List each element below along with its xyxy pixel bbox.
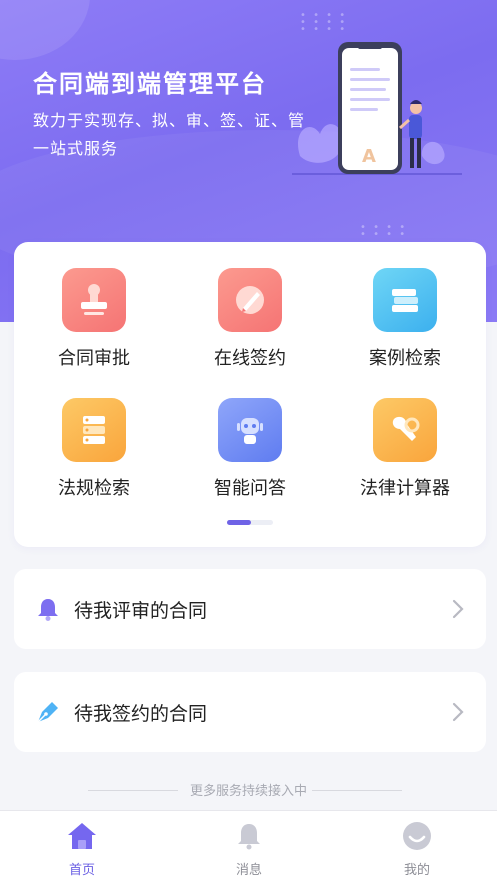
books-icon <box>373 268 437 332</box>
list-item-label: 待我签约的合同 <box>74 702 208 725</box>
home-icon <box>65 819 99 853</box>
pen-icon <box>34 698 62 726</box>
grid-item-label: 案例检索 <box>369 348 441 369</box>
wrench-search-icon <box>373 398 437 462</box>
decor-circle <box>0 0 90 60</box>
grid-item-case-search[interactable]: 案例检索 <box>345 268 465 378</box>
grid-item-label: 在线签约 <box>214 348 286 369</box>
list-item-pending-sign[interactable]: 待我签约的合同 <box>14 672 486 752</box>
bell-icon <box>34 595 62 623</box>
grid-item-legal-calculator[interactable]: 法律计算器 <box>345 398 465 508</box>
robot-icon <box>218 398 282 462</box>
more-services-note: 更多服务持续接入中 <box>0 780 497 800</box>
divider <box>312 790 402 791</box>
grid-item-online-signing[interactable]: 在线签约 <box>190 268 310 378</box>
hero-subtitle: 致力于实现存、拟、审、签、证、管一站式服务 <box>33 111 306 158</box>
chevron-right-icon <box>452 599 464 619</box>
hero-title: 合同端到端管理平台 <box>33 70 267 98</box>
pen-sign-icon <box>218 268 282 332</box>
tab-label: 消息 <box>235 863 262 878</box>
tab-label: 我的 <box>403 863 430 878</box>
bell-icon <box>232 819 266 853</box>
grid-item-label: 合同审批 <box>58 348 130 369</box>
tab-label: 首页 <box>68 863 95 878</box>
decor-dots: • • • • • • • • <box>360 222 408 240</box>
chevron-right-icon <box>452 702 464 722</box>
grid-item-regulation-search[interactable]: 法规检索 <box>34 398 154 508</box>
grid-item-label: 法律计算器 <box>360 478 450 499</box>
list-item-label: 待我评审的合同 <box>74 599 208 622</box>
list-item-pending-review[interactable]: 待我评审的合同 <box>14 569 486 649</box>
more-services-text: 更多服务持续接入中 <box>189 784 307 799</box>
grid-item-label: 法规检索 <box>58 478 130 499</box>
grid-item-smart-qa[interactable]: 智能问答 <box>190 398 310 508</box>
server-list-icon <box>62 398 126 462</box>
grid-item-label: 智能问答 <box>214 478 286 499</box>
grid-pager <box>227 520 273 525</box>
stamp-icon <box>62 268 126 332</box>
pager-active-dot <box>227 520 251 525</box>
svg-text:A: A <box>362 146 376 167</box>
phone-person-illustration: A <box>292 42 462 175</box>
tab-profile[interactable]: 我的 <box>357 819 477 878</box>
tab-home[interactable]: 首页 <box>22 819 142 878</box>
smile-face-icon <box>400 819 434 853</box>
bottom-tab-bar: 首页 消息 我的 <box>0 810 497 883</box>
tab-messages[interactable]: 消息 <box>189 819 309 878</box>
decor-dots: • • • • • • • • • • • • <box>300 10 348 35</box>
grid-item-contract-approval[interactable]: 合同审批 <box>34 268 154 378</box>
service-grid: 合同审批 在线签约 案例检索 法规检索 智能问答 法律计算器 <box>14 242 486 547</box>
divider <box>88 790 178 791</box>
